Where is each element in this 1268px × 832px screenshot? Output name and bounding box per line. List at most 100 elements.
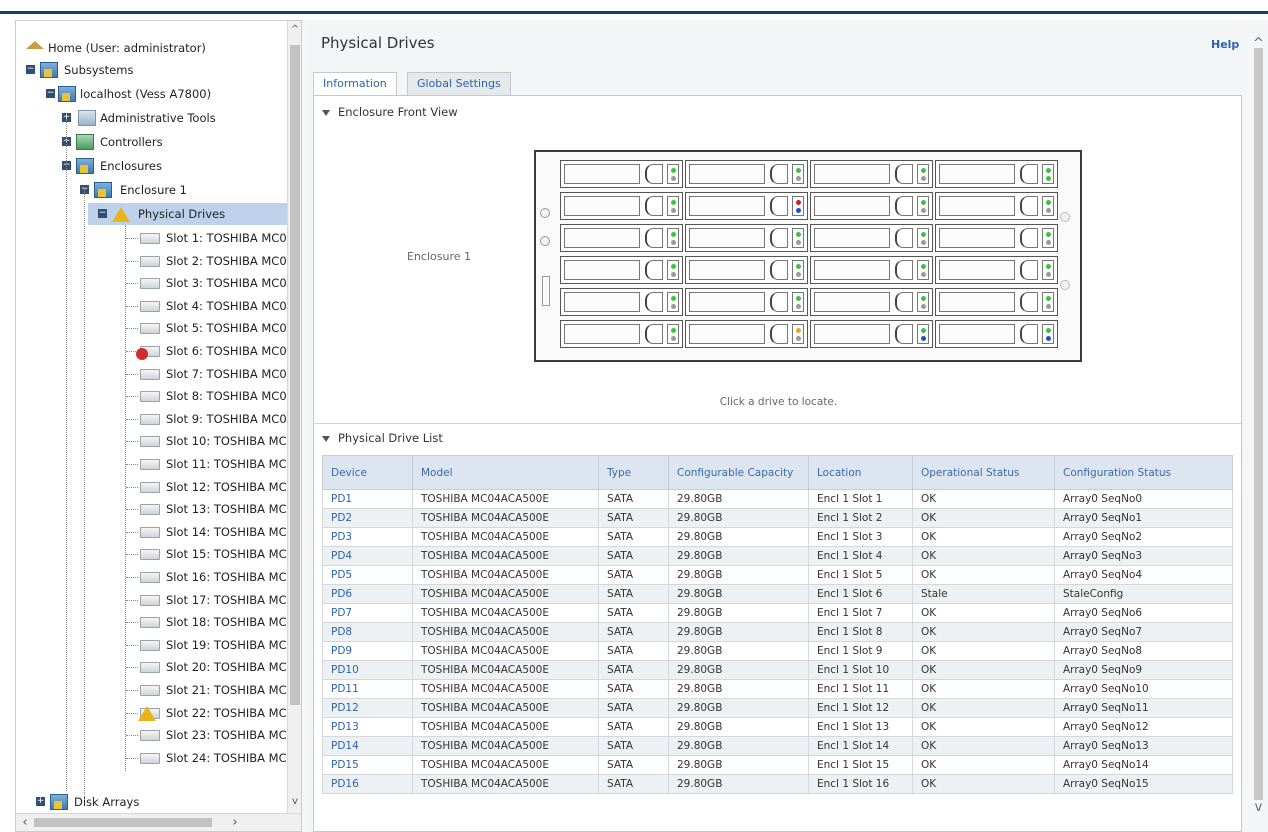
drive-bay[interactable] [685,288,808,316]
device-link[interactable]: PD12 [322,698,413,718]
scroll-up-icon[interactable]: ^ [289,23,301,37]
tree-node-slot[interactable]: Slot 13: TOSHIBA MC [126,498,287,520]
tree-node-slot[interactable]: Slot 24: TOSHIBA MC [126,747,287,769]
device-link[interactable]: PD11 [322,679,413,699]
drive-bay[interactable] [810,256,933,284]
tree-node-slot[interactable]: Slot 4: TOSHIBA MC0 [126,295,287,317]
collapse-toggle-icon[interactable]: − [98,209,107,218]
tree-node-slot[interactable]: Slot 21: TOSHIBA MC [126,679,287,701]
device-link[interactable]: PD5 [322,565,413,585]
tree-node-slot[interactable]: Slot 15: TOSHIBA MC [126,543,287,565]
device-link[interactable]: PD2 [322,508,413,528]
table-row[interactable]: PD6 TOSHIBA MC04ACA500E SATA 29.80GB Encl 1 … [322,584,1233,604]
device-link[interactable]: PD14 [322,736,413,756]
tree-node-slot[interactable]: Slot 14: TOSHIBA MC [126,521,287,543]
drive-bay[interactable] [810,320,933,348]
drive-bay[interactable] [685,160,808,188]
scroll-right-icon[interactable]: › [228,815,242,831]
tab-information[interactable]: Information [313,72,397,96]
tree-node-slot[interactable]: Slot 11: TOSHIBA MC [126,453,287,475]
table-row[interactable]: PD10 TOSHIBA MC04ACA500E SATA 29.80GB Encl 1… [322,660,1233,680]
drive-bay[interactable] [560,160,683,188]
tree-node-slot[interactable]: Slot 7: TOSHIBA MC0 [126,363,287,385]
tree-node-controllers[interactable]: + Controllers [62,131,286,153]
tree-node-slot[interactable]: Slot 8: TOSHIBA MC0 [126,385,287,407]
drive-bay[interactable] [685,192,808,220]
enclosure-front-view-header[interactable]: Enclosure Front View [322,105,458,119]
collapse-toggle-icon[interactable]: − [46,89,55,98]
tree-horizontal-scrollbar[interactable]: ‹ › [16,813,301,831]
table-row[interactable]: PD11 TOSHIBA MC04ACA500E SATA 29.80GB Encl 1… [322,679,1233,699]
column-header[interactable]: Location [808,455,913,490]
tree-node-localhost[interactable]: − localhost (Vess A7800) [44,83,286,105]
drive-bay[interactable] [560,192,683,220]
drive-bay[interactable] [560,256,683,284]
drive-bay[interactable] [560,320,683,348]
table-row[interactable]: PD16 TOSHIBA MC04ACA500E SATA 29.80GB Encl 1… [322,774,1233,794]
scroll-left-icon[interactable]: ‹ [18,815,32,831]
column-header[interactable]: Configuration Status [1054,455,1233,490]
column-header[interactable]: Configurable Capacity [668,455,809,490]
tab-global-settings[interactable]: Global Settings [407,72,511,96]
tree-node-slot[interactable]: Slot 19: TOSHIBA MC [126,634,287,656]
drive-bay[interactable] [935,256,1058,284]
table-row[interactable]: PD3 TOSHIBA MC04ACA500E SATA 29.80GB Encl 1 … [322,527,1233,547]
device-link[interactable]: PD10 [322,660,413,680]
column-header[interactable]: Operational Status [912,455,1055,490]
tree-node-slot[interactable]: Slot 10: TOSHIBA MC [126,430,287,452]
drive-bay[interactable] [685,256,808,284]
table-row[interactable]: PD15 TOSHIBA MC04ACA500E SATA 29.80GB Encl 1… [322,755,1233,775]
tree-node-slot[interactable]: Slot 18: TOSHIBA MC [126,611,287,633]
tree-node-slot[interactable]: Slot 23: TOSHIBA MC [126,724,287,746]
scrollbar-thumb[interactable] [1254,48,1263,800]
drive-bay[interactable] [560,288,683,316]
collapse-toggle-icon[interactable]: − [26,65,35,74]
drive-bay[interactable] [810,192,933,220]
expand-toggle-icon[interactable]: + [36,797,45,806]
scrollbar-thumb[interactable] [34,818,212,827]
tree-node-slot[interactable]: Slot 16: TOSHIBA MC [126,566,287,588]
tree-node-disk-arrays[interactable]: + Disk Arrays [24,791,286,813]
tree-node-slot[interactable]: Slot 5: TOSHIBA MC0 [126,317,287,339]
physical-drive-list-header[interactable]: Physical Drive List [322,431,443,445]
tree-node-enclosure-1[interactable]: − Enclosure 1 [80,179,286,201]
table-row[interactable]: PD2 TOSHIBA MC04ACA500E SATA 29.80GB Encl 1 … [322,508,1233,528]
main-vertical-scrollbar[interactable]: ^ v [1249,20,1268,832]
tree-node-slot[interactable]: Slot 3: TOSHIBA MC0 [126,272,287,294]
device-link[interactable]: PD13 [322,717,413,737]
scrollbar-thumb[interactable] [290,45,300,705]
table-row[interactable]: PD1 TOSHIBA MC04ACA500E SATA 29.80GB Encl 1 … [322,489,1233,509]
scroll-down-icon[interactable]: v [1251,800,1266,815]
tree-node-administrative-tools[interactable]: + Administrative Tools [62,107,286,129]
drive-bay[interactable] [685,320,808,348]
drive-bay[interactable] [810,160,933,188]
table-row[interactable]: PD9 TOSHIBA MC04ACA500E SATA 29.80GB Encl 1 … [322,641,1233,661]
tree-node-subsystems[interactable]: − Subsystems [24,59,286,81]
device-link[interactable]: PD15 [322,755,413,775]
tree-node-slot[interactable]: Slot 20: TOSHIBA MC [126,656,287,678]
drive-bay[interactable] [685,224,808,252]
table-row[interactable]: PD13 TOSHIBA MC04ACA500E SATA 29.80GB Encl 1… [322,717,1233,737]
tree-node-slot[interactable]: Slot 1: TOSHIBA MC0 [126,227,287,249]
drive-bay[interactable] [935,224,1058,252]
drive-bay[interactable] [935,320,1058,348]
tree-node-slot[interactable]: Slot 12: TOSHIBA MC [126,476,287,498]
tree-vertical-scrollbar[interactable]: ^ v [287,21,301,813]
tree-node-enclosures[interactable]: − Enclosures [62,155,286,177]
device-link[interactable]: PD7 [322,603,413,623]
device-link[interactable]: PD16 [322,774,413,794]
device-link[interactable]: PD8 [322,622,413,642]
device-link[interactable]: PD4 [322,546,413,566]
column-header[interactable]: Type [598,455,669,490]
table-row[interactable]: PD4 TOSHIBA MC04ACA500E SATA 29.80GB Encl 1 … [322,546,1233,566]
tree-node-slot[interactable]: Slot 6: TOSHIBA MC0 [126,340,287,362]
drive-bay[interactable] [935,288,1058,316]
drive-bay[interactable] [810,224,933,252]
device-link[interactable]: PD6 [322,584,413,604]
help-link[interactable]: Help [1211,38,1239,51]
device-link[interactable]: PD3 [322,527,413,547]
table-row[interactable]: PD14 TOSHIBA MC04ACA500E SATA 29.80GB Encl 1… [322,736,1233,756]
tree-node-physical-drives[interactable]: − Physical Drives [88,203,288,225]
column-header[interactable]: Device [322,455,413,490]
table-row[interactable]: PD8 TOSHIBA MC04ACA500E SATA 29.80GB Encl 1 … [322,622,1233,642]
